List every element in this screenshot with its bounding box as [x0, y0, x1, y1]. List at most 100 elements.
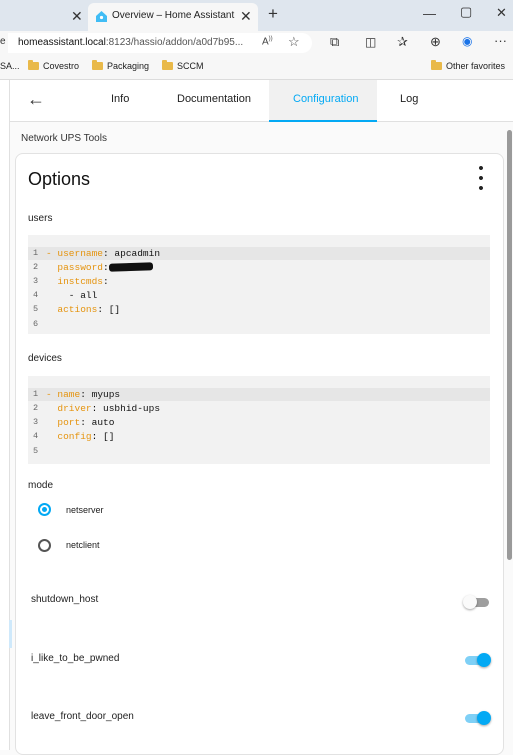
yaml-key: - name	[46, 389, 81, 400]
favorite-folder-sccm[interactable]: SCCM	[162, 60, 204, 71]
code-line: config: []	[46, 431, 114, 442]
yaml-key: config	[46, 431, 92, 442]
yaml-value: - all	[46, 290, 98, 301]
devices-code-editor[interactable]: 1 - name: myups 2 driver: usbhid-ups 3 p…	[28, 376, 490, 464]
code-line: instcmds:	[46, 276, 108, 287]
yaml-key: instcmds	[46, 276, 104, 287]
url-text[interactable]: homeassistant.local:8123/hassio/addon/a0…	[18, 37, 243, 48]
line-number: 3	[33, 417, 39, 427]
favorite-label: Covestro	[43, 61, 80, 71]
tab-info[interactable]: Info	[111, 93, 129, 105]
address-bar[interactable]: homeassistant.local:8123/hassio/addon/a0…	[8, 33, 312, 53]
url-path: :8123/hassio/addon/a0d7b95...	[105, 37, 244, 48]
line-number: 1	[33, 389, 39, 399]
options-card: Options • • • users 1 - username: apcadmin…	[15, 153, 504, 755]
favorite-star-icon[interactable]: ☆	[288, 34, 300, 50]
redaction-scribble	[108, 262, 153, 273]
yaml-value: : apcadmin	[103, 248, 161, 259]
toggle-knob	[463, 595, 477, 609]
radio-netserver[interactable]	[38, 503, 51, 516]
favorite-folder-packaging[interactable]: Packaging	[92, 60, 150, 71]
i-like-to-be-pwned-toggle[interactable]	[465, 653, 491, 667]
previous-tab[interactable]: ✕	[0, 0, 86, 31]
card-menu-icon[interactable]: • • •	[475, 161, 487, 196]
yaml-value: : []	[91, 431, 115, 442]
folder-icon	[92, 60, 103, 70]
users-code-editor[interactable]: 1 - username: apcadmin 2 password: 3 ins…	[28, 235, 490, 334]
tab-documentation[interactable]: Documentation	[177, 93, 251, 105]
url-left-fragment: e	[0, 36, 6, 47]
favorite-label: SCCM	[177, 61, 204, 71]
radio-netclient[interactable]	[38, 539, 51, 552]
url-host: homeassistant.local	[18, 37, 106, 48]
favorite-label: Packaging	[107, 61, 150, 71]
code-line: port: auto	[46, 417, 114, 428]
yaml-key: port	[46, 417, 81, 428]
line-number: 4	[33, 431, 39, 441]
tab-title: Overview – Home Assistant	[112, 10, 235, 21]
shutdown-host-toggle[interactable]	[463, 595, 489, 609]
switch-label-leave-front-door-open: leave_front_door_open	[31, 711, 134, 722]
new-tab-icon[interactable]: +	[268, 4, 278, 24]
yaml-value: : myups	[80, 389, 121, 400]
code-line: - name: myups	[46, 389, 120, 400]
line-number: 3	[33, 276, 39, 286]
radio-label-netclient: netclient	[66, 540, 100, 550]
favorite-label: SA...	[0, 61, 20, 71]
addon-name: Network UPS Tools	[21, 133, 107, 144]
folder-icon	[162, 60, 173, 70]
line-number: 6	[33, 319, 39, 329]
close-tab-icon[interactable]: ✕	[71, 8, 83, 25]
read-aloud-icon[interactable]: A))	[262, 36, 273, 47]
yaml-key: - username	[46, 248, 104, 259]
addon-header: ← Info Documentation Configuration Log	[0, 80, 513, 122]
sidebar-edge	[0, 80, 10, 750]
folder-icon	[28, 60, 39, 70]
switch-label-shutdown-host: shutdown_host	[31, 594, 99, 605]
leave-front-door-open-toggle[interactable]	[465, 711, 491, 725]
home-assistant-favicon-icon	[96, 11, 107, 22]
favorites-bar: SA... Covestro Packaging SCCM Other favo…	[0, 55, 513, 80]
favorite-folder-covestro[interactable]: Covestro	[28, 60, 80, 71]
yaml-value: : auto	[80, 417, 115, 428]
extensions-icon[interactable]: ⧉	[330, 34, 339, 50]
code-line: - username: apcadmin	[46, 248, 160, 259]
favorites-icon[interactable]: ✰	[397, 34, 408, 50]
line-number: 1	[33, 248, 39, 258]
code-line: actions: []	[46, 304, 120, 315]
yaml-value: :	[103, 262, 109, 273]
code-line: password:	[46, 262, 153, 273]
line-number: 5	[33, 304, 39, 314]
split-screen-icon[interactable]: ◫	[365, 35, 376, 49]
yaml-key: actions	[46, 304, 98, 315]
favorite-item[interactable]: SA...	[0, 61, 20, 71]
other-favorites[interactable]: Other favorites	[431, 60, 506, 71]
close-tab-icon[interactable]: ✕	[240, 8, 252, 25]
address-bar-row: e homeassistant.local:8123/hassio/addon/…	[0, 31, 513, 55]
maximize-icon[interactable]: ▢	[460, 4, 472, 20]
toggle-knob	[477, 653, 491, 667]
active-tab[interactable]: Overview – Home Assistant ✕	[88, 3, 258, 31]
code-line: - all	[46, 290, 98, 301]
yaml-value: : usbhid-ups	[91, 403, 161, 414]
line-number: 5	[33, 446, 39, 456]
window-close-icon[interactable]: ✕	[496, 5, 507, 21]
minimize-icon[interactable]: —	[423, 6, 436, 21]
line-number: 4	[33, 290, 39, 300]
other-favorites-label: Other favorites	[446, 61, 506, 71]
more-menu-icon[interactable]: ···	[494, 33, 507, 48]
back-arrow-icon[interactable]: ←	[24, 88, 48, 112]
page-scrollbar[interactable]	[507, 130, 512, 560]
radio-label-netserver: netserver	[66, 505, 104, 515]
collections-icon[interactable]: ⊕	[430, 34, 441, 50]
mode-label: mode	[28, 480, 54, 491]
toggle-knob	[477, 711, 491, 725]
switch-label-i-like-to-be-pwned: i_like_to_be_pwned	[31, 653, 120, 664]
tab-configuration[interactable]: Configuration	[293, 93, 358, 105]
users-label: users	[28, 213, 53, 224]
edge-e-icon[interactable]: ◉	[462, 34, 472, 48]
yaml-value: : []	[97, 304, 121, 315]
tab-log[interactable]: Log	[400, 93, 418, 105]
yaml-key: driver	[46, 403, 92, 414]
browser-tab-strip: ✕ Overview – Home Assistant ✕ + — ▢ ✕	[0, 0, 513, 31]
